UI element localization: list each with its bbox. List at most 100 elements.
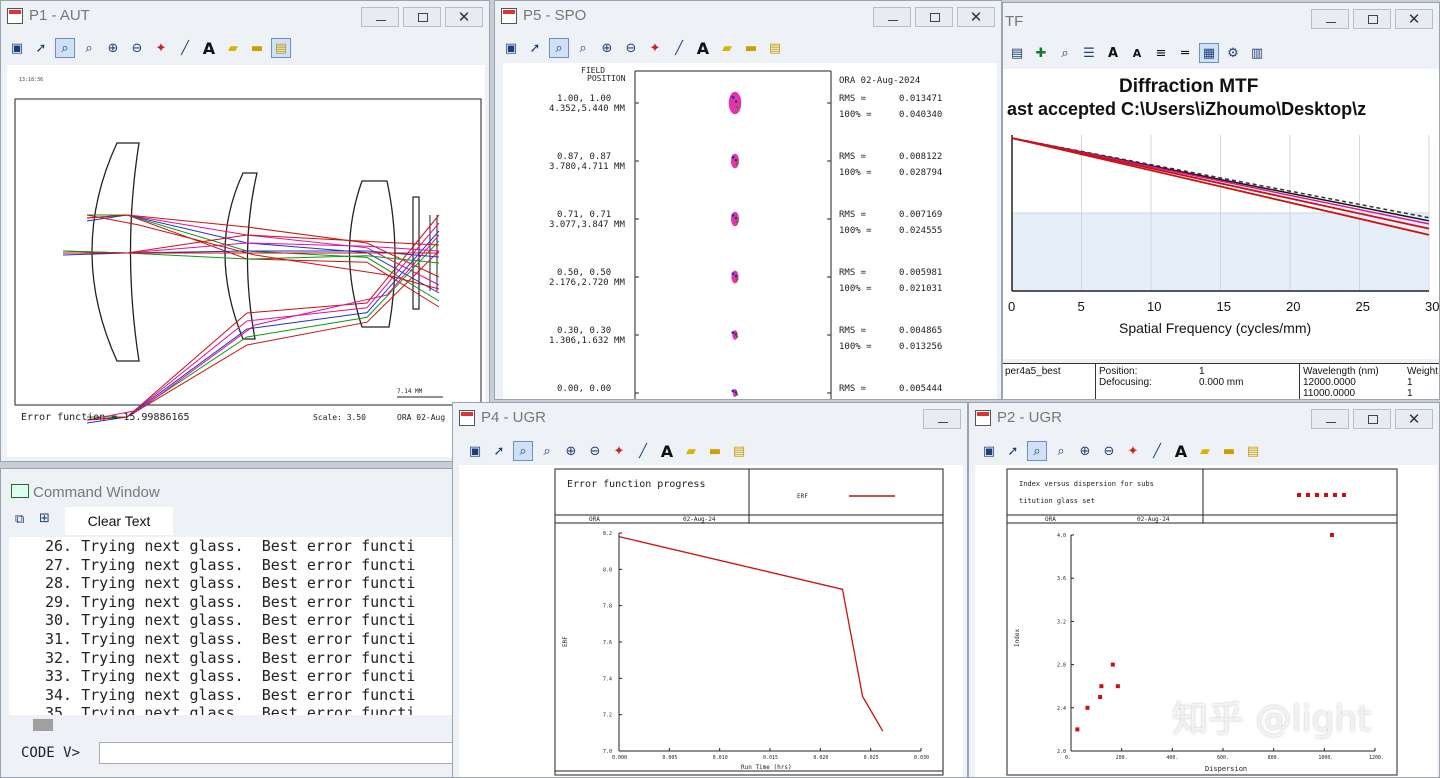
mtf-titlebar[interactable]: TF ✕	[1003, 3, 1439, 35]
zoom-window-icon[interactable]: ⌕	[55, 38, 75, 58]
ruler-icon[interactable]: ▬	[1219, 441, 1239, 461]
zoom-in-icon[interactable]: ⊕	[597, 38, 617, 58]
command-titlebar[interactable]: Command Window	[1, 469, 455, 501]
line-tool-icon[interactable]: ╱	[669, 38, 689, 58]
legend-marker	[1306, 493, 1310, 497]
eraser-icon[interactable]: ▰	[717, 38, 737, 58]
minimize-button[interactable]	[1311, 409, 1349, 429]
maximize-button[interactable]	[915, 7, 953, 27]
thin-line-icon[interactable]: ═	[1175, 43, 1195, 63]
thick-line-icon[interactable]: ≡	[1151, 43, 1171, 63]
maximize-button[interactable]	[1353, 409, 1391, 429]
pointer-icon[interactable]: ➚	[31, 38, 51, 58]
zoom-window-icon[interactable]: ⌕	[549, 38, 569, 58]
line-tool-icon[interactable]: ╱	[1147, 441, 1167, 461]
print-icon[interactable]: ▤	[1007, 43, 1027, 63]
save-icon[interactable]: ▣	[979, 441, 999, 461]
command-title: Command Window	[33, 484, 160, 501]
pointer-icon[interactable]: ➚	[1003, 441, 1023, 461]
line-tool-icon[interactable]: ╱	[633, 441, 653, 461]
p4-window[interactable]: P4 - UGR ▣ ➚ ⌕ ⌕ ⊕ ⊖ ✦ ╱ A ▰ ▬ ▤ Error f…	[452, 402, 968, 778]
zoom-in-icon[interactable]: ⊕	[561, 441, 581, 461]
list-icon[interactable]: ☰	[1079, 43, 1099, 63]
text-tool-icon[interactable]: A	[1171, 441, 1191, 461]
zoom-1to1-icon[interactable]: ⌕	[1051, 441, 1071, 461]
zoom-window-icon[interactable]: ⌕	[513, 441, 533, 461]
scale-icon[interactable]: ▤	[271, 38, 291, 58]
p1-titlebar[interactable]: P1 - AUT ✕	[1, 1, 489, 33]
p4-titlebar[interactable]: P4 - UGR	[453, 403, 967, 435]
maximize-button[interactable]	[403, 7, 441, 27]
eraser-icon[interactable]: ▰	[223, 38, 243, 58]
p2-titlebar[interactable]: P2 - UGR ✕	[969, 403, 1439, 435]
line-tool-icon[interactable]: ╱	[175, 38, 195, 58]
save-icon[interactable]: ▣	[501, 38, 521, 58]
ruler-icon[interactable]: ▬	[705, 441, 725, 461]
font-decrease-icon[interactable]: A	[1127, 43, 1147, 63]
weight-header: Weight	[1407, 366, 1438, 377]
scale-icon[interactable]: ▤	[729, 441, 749, 461]
ruler-icon[interactable]: ▬	[247, 38, 267, 58]
close-button[interactable]: ✕	[445, 7, 483, 27]
text-tool-icon[interactable]: A	[199, 38, 219, 58]
p5-window[interactable]: P5 - SPO ✕ ▣ ➚ ⌕ ⌕ ⊕ ⊖ ✦ ╱ A ▰ ▬ ▤ FIELD…	[494, 0, 1002, 400]
close-button[interactable]: ✕	[1395, 409, 1433, 429]
p5-titlebar[interactable]: P5 - SPO ✕	[495, 1, 1001, 33]
command-input[interactable]	[99, 742, 455, 764]
minimize-button[interactable]	[1311, 9, 1349, 29]
text-tool-icon[interactable]: A	[657, 441, 677, 461]
zoom-out-icon[interactable]: ⊖	[1099, 441, 1119, 461]
pin-icon[interactable]: ✦	[1123, 441, 1143, 461]
horizontal-scrollbar[interactable]	[9, 717, 455, 733]
zoom-out-icon[interactable]: ⊖	[127, 38, 147, 58]
p2-xtick: 400.	[1166, 755, 1178, 761]
font-increase-icon[interactable]: A	[1103, 43, 1123, 63]
pin-icon[interactable]: ✦	[151, 38, 171, 58]
ruler-icon[interactable]: ▬	[741, 38, 761, 58]
zoom-1to1-icon[interactable]: ⌕	[79, 38, 99, 58]
close-button[interactable]: ✕	[957, 7, 995, 27]
rms-value: 0.005444	[899, 384, 942, 394]
save-icon[interactable]: ▣	[465, 441, 485, 461]
minimize-button[interactable]	[873, 7, 911, 27]
zoom-in-icon[interactable]: ⊕	[103, 38, 123, 58]
save-icon[interactable]: ▣	[7, 38, 27, 58]
scale-icon[interactable]: ▤	[1243, 441, 1263, 461]
pin-icon[interactable]: ✦	[645, 38, 665, 58]
command-output-line: 27. Trying next glass. Best error functi	[45, 555, 416, 574]
p4-ora: ORA	[589, 516, 600, 523]
zoom-in-icon[interactable]: ⊕	[1075, 441, 1095, 461]
text-tool-icon[interactable]: A	[693, 38, 713, 58]
zoom-out-icon[interactable]: ⊖	[621, 38, 641, 58]
settings-icon[interactable]: ⚙	[1223, 43, 1243, 63]
grid-icon[interactable]: ▦	[1199, 43, 1219, 63]
zoom-1to1-icon[interactable]: ⌕	[537, 441, 557, 461]
document-view-icon[interactable]: ▥	[1247, 43, 1267, 63]
eraser-icon[interactable]: ▰	[1195, 441, 1215, 461]
eraser-icon[interactable]: ▰	[681, 441, 701, 461]
zoom-out-icon[interactable]: ⊖	[585, 441, 605, 461]
command-window[interactable]: Command Window ⧉ ⊞ Clear Text 26. Trying…	[0, 468, 456, 778]
p1-window[interactable]: P1 - AUT ✕ ▣ ➚ ⌕ ⌕ ⊕ ⊖ ✦ ╱ A ▰ ▬ ▤ 13:18…	[0, 0, 490, 462]
maximize-button[interactable]	[1353, 9, 1391, 29]
zoom-1to1-icon[interactable]: ⌕	[573, 38, 593, 58]
scale-icon[interactable]: ▤	[765, 38, 785, 58]
command-output-line: 29. Trying next glass. Best error functi	[45, 592, 416, 611]
zoom-window-icon[interactable]: ⌕	[1027, 441, 1047, 461]
pointer-icon[interactable]: ➚	[489, 441, 509, 461]
zoom-icon[interactable]: ⌕	[1055, 43, 1075, 63]
copy-icon[interactable]: ⧉	[15, 512, 33, 528]
clear-text-button[interactable]: Clear Text	[65, 507, 173, 535]
pin-icon[interactable]: ✦	[609, 441, 629, 461]
fit-icon[interactable]: ✚	[1031, 43, 1051, 63]
close-button[interactable]: ✕	[1395, 9, 1433, 29]
lens-element-2	[224, 172, 258, 340]
command-output[interactable]: 26. Trying next glass. Best error functi…	[9, 537, 455, 715]
mtf-window[interactable]: TF ✕ ▤ ✚ ⌕ ☰ A A ≡ ═ ▦ ⚙ ▥ Diffraction M…	[1002, 2, 1440, 400]
minimize-button[interactable]	[923, 409, 961, 429]
scrollbar-thumb[interactable]	[33, 719, 53, 731]
minimize-button[interactable]	[361, 7, 399, 27]
p1-status-error: Error function = 15.99886165	[21, 412, 190, 423]
window-icon[interactable]: ⊞	[39, 511, 57, 527]
pointer-icon[interactable]: ➚	[525, 38, 545, 58]
